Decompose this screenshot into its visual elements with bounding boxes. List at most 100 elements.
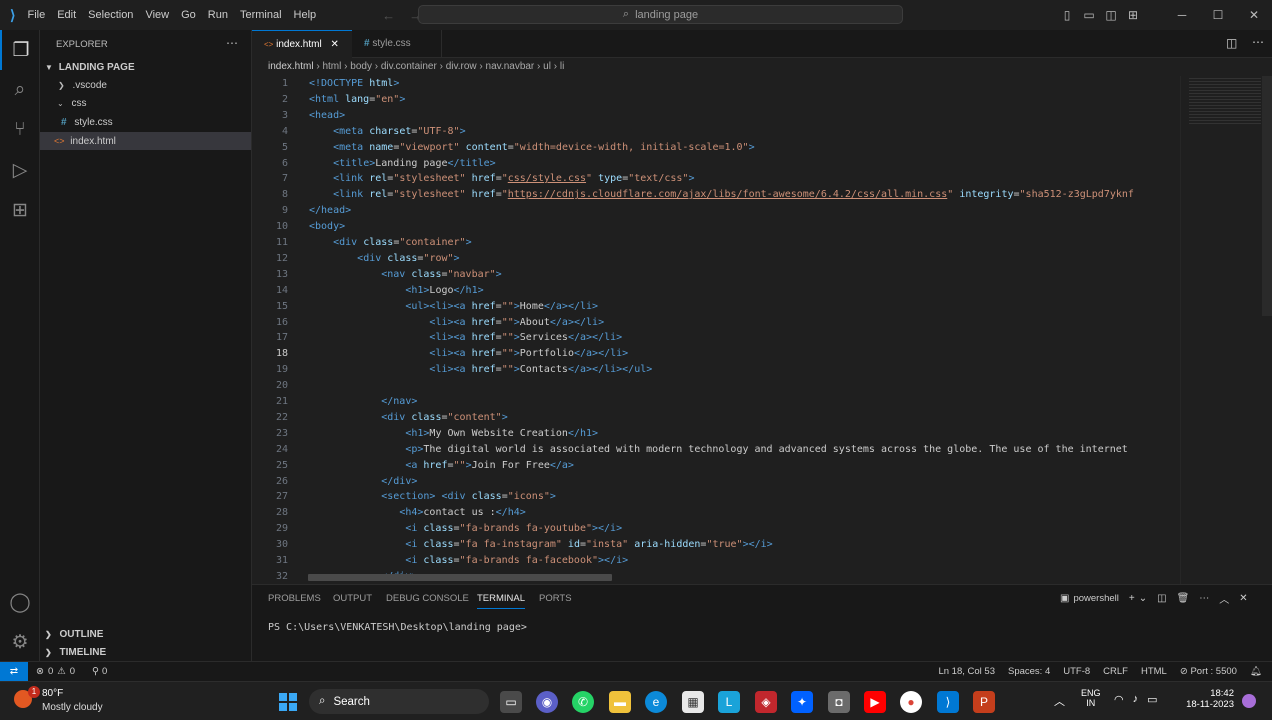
- code-line[interactable]: <meta name="viewport" content="width=dev…: [309, 142, 755, 153]
- manage-gear-icon[interactable]: ⚙: [0, 622, 40, 662]
- code-line[interactable]: <section> <div class="icons">: [309, 491, 556, 502]
- code-line[interactable]: <html lang="en">: [309, 94, 405, 105]
- back-arrow-icon[interactable]: ←: [382, 8, 395, 23]
- remote-indicator-icon[interactable]: ⇄: [0, 662, 28, 681]
- tab-problems[interactable]: PROBLEMS: [268, 593, 321, 604]
- close-tab-icon[interactable]: ✕: [330, 39, 338, 50]
- weather-widget[interactable]: 1: [14, 686, 40, 710]
- search-view-icon[interactable]: ⌕: [0, 70, 40, 110]
- powerpoint-icon[interactable]: P: [973, 691, 995, 713]
- show-hidden-icons[interactable]: ︿: [1054, 693, 1065, 709]
- menu-edit[interactable]: Edit: [51, 0, 82, 30]
- code-line[interactable]: <title>Landing page</title>: [309, 158, 496, 169]
- menu-view[interactable]: View: [139, 0, 175, 30]
- menu-selection[interactable]: Selection: [82, 0, 139, 30]
- shell-name[interactable]: powershell: [1073, 593, 1118, 604]
- menu-run[interactable]: Run: [202, 0, 234, 30]
- tree-item-style-css[interactable]: # style.css: [40, 114, 251, 132]
- camera-icon[interactable]: ◘: [828, 691, 850, 713]
- vscode-taskbar-icon[interactable]: ⟩: [937, 691, 959, 713]
- code-line[interactable]: </nav>: [309, 396, 417, 407]
- file-explorer-icon[interactable]: ▬: [609, 691, 631, 713]
- code-line[interactable]: <a href="">Join For Free</a>: [309, 460, 574, 471]
- chevron-down-icon[interactable]: ⌄: [1139, 593, 1147, 604]
- whatsapp-icon[interactable]: ✆: [572, 691, 594, 713]
- youtube-icon[interactable]: ▶: [864, 691, 886, 713]
- tab-style-css[interactable]: # style.css: [352, 30, 442, 58]
- breadcrumb-item[interactable]: html: [322, 61, 341, 72]
- language-indicator[interactable]: ENG IN: [1081, 688, 1101, 708]
- notifications-bell-icon[interactable]: 🔔︎: [1250, 666, 1262, 677]
- tree-item-index-html[interactable]: <> index.html: [40, 132, 251, 150]
- panel-more-icon[interactable]: ⋯: [1199, 593, 1209, 604]
- breadcrumb-item[interactable]: index.html: [268, 61, 314, 72]
- account-icon[interactable]: ◯: [0, 582, 40, 622]
- terminal-prompt[interactable]: PS C:\Users\VENKATESH\Desktop\landing pa…: [268, 622, 527, 633]
- system-tray[interactable]: ◠ ♪ ▭: [1114, 693, 1158, 706]
- indentation[interactable]: Spaces: 4: [1008, 666, 1050, 677]
- menu-terminal[interactable]: Terminal: [234, 0, 288, 30]
- code-line[interactable]: <meta charset="UTF-8">: [309, 126, 466, 137]
- toggle-secondary-sidebar-icon[interactable]: ◫: [1100, 8, 1122, 22]
- code-line[interactable]: <div class="content">: [309, 412, 507, 423]
- close-window-icon[interactable]: ✕: [1236, 8, 1272, 22]
- toggle-panel-icon[interactable]: ▭: [1078, 8, 1100, 22]
- dropbox-icon[interactable]: ✦: [791, 691, 813, 713]
- code-line[interactable]: <link rel="stylesheet" href="css/style.c…: [309, 173, 694, 184]
- store-icon[interactable]: ▦: [682, 691, 704, 713]
- code-editor[interactable]: 1 <!DOCTYPE html> 2 <html lang="en"> 3 <head>…: [252, 76, 1180, 584]
- copilot-icon[interactable]: [1242, 694, 1256, 708]
- split-editor-icon[interactable]: ◫: [1226, 36, 1237, 50]
- start-button[interactable]: [277, 691, 299, 713]
- tab-debug-console[interactable]: DEBUG CONSOLE: [386, 593, 469, 604]
- chrome-icon[interactable]: ●: [900, 691, 922, 713]
- code-line[interactable]: <head>: [309, 110, 345, 121]
- tab-output[interactable]: OUTPUT: [333, 593, 372, 604]
- code-line[interactable]: <li><a href="">Portfolio</a></li>: [309, 348, 628, 359]
- breadcrumb-item[interactable]: nav.navbar: [486, 61, 535, 72]
- code-line[interactable]: <ul><li><a href="">Home</a></li>: [309, 301, 598, 312]
- code-line[interactable]: <div class="row">: [309, 253, 459, 264]
- breadcrumb-item[interactable]: ul: [543, 61, 551, 72]
- problems-status[interactable]: ⊗ 0 ⚠ 0: [36, 666, 75, 677]
- code-line[interactable]: <div class="container">: [309, 237, 472, 248]
- command-center-search[interactable]: ⌕ landing page: [418, 5, 903, 24]
- maximize-icon[interactable]: ☐: [1200, 8, 1236, 22]
- code-line[interactable]: <i class="fa fa-instagram" id="insta" ar…: [309, 539, 772, 550]
- code-line[interactable]: <li><a href="">Contacts</a></li></ul>: [309, 364, 652, 375]
- tree-item-vscode[interactable]: ❯ .vscode: [40, 77, 251, 95]
- encoding[interactable]: UTF-8: [1063, 666, 1090, 677]
- cursor-position[interactable]: Ln 18, Col 53: [938, 666, 995, 677]
- code-line[interactable]: <p>The digital world is associated with …: [309, 444, 1127, 455]
- source-control-icon[interactable]: ⑂: [0, 110, 40, 150]
- breadcrumb-item[interactable]: body: [350, 61, 372, 72]
- line-ending[interactable]: CRLF: [1103, 666, 1128, 677]
- breadcrumb-item[interactable]: li: [560, 61, 564, 72]
- mcafee-icon[interactable]: ◈: [755, 691, 777, 713]
- outline-section[interactable]: ❯ OUTLINE: [40, 626, 251, 644]
- taskbar-search[interactable]: ⌕ Search: [309, 689, 489, 714]
- breadcrumb-item[interactable]: div.container: [381, 61, 437, 72]
- run-debug-icon[interactable]: ▷: [0, 150, 40, 190]
- tab-ports[interactable]: PORTS: [539, 593, 572, 604]
- customize-layout-icon[interactable]: ⊞: [1122, 8, 1144, 22]
- code-line[interactable]: <li><a href="">About</a></li>: [309, 317, 604, 328]
- clock[interactable]: 18:42 18-11-2023: [1180, 688, 1234, 710]
- language-mode[interactable]: HTML: [1141, 666, 1167, 677]
- split-terminal-icon[interactable]: ◫: [1157, 593, 1166, 604]
- task-view-icon[interactable]: ▭: [500, 691, 522, 713]
- more-actions-icon[interactable]: ⋯: [1252, 35, 1264, 49]
- code-line[interactable]: <i class="fa-brands fa-youtube"></i>: [309, 523, 622, 534]
- code-line[interactable]: <h4>contact us :</h4>: [309, 507, 525, 518]
- code-line[interactable]: </head>: [309, 205, 351, 216]
- maximize-panel-icon[interactable]: ︿: [1219, 591, 1229, 606]
- menu-help[interactable]: Help: [288, 0, 323, 30]
- code-line[interactable]: </div>: [309, 476, 417, 487]
- horizontal-scrollbar[interactable]: [308, 574, 612, 581]
- code-line[interactable]: <!DOCTYPE html>: [309, 78, 399, 89]
- close-panel-icon[interactable]: ✕: [1239, 593, 1247, 604]
- ports-status[interactable]: ⚲ 0: [92, 666, 107, 677]
- menu-file[interactable]: File: [21, 0, 51, 30]
- teams-l-icon[interactable]: L: [718, 691, 740, 713]
- menu-go[interactable]: Go: [175, 0, 202, 30]
